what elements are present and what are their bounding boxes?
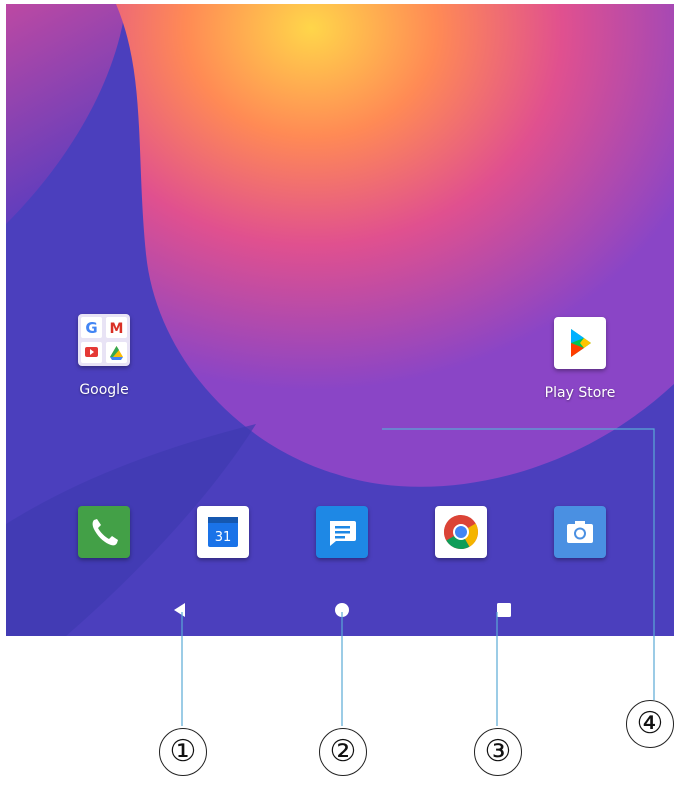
callout-1: ① <box>159 728 207 776</box>
callout-3: ③ <box>474 728 522 776</box>
callout-line-4 <box>382 428 655 700</box>
callout-2: ② <box>319 728 367 776</box>
callout-4: ④ <box>626 700 674 748</box>
callout-lines <box>181 428 655 726</box>
